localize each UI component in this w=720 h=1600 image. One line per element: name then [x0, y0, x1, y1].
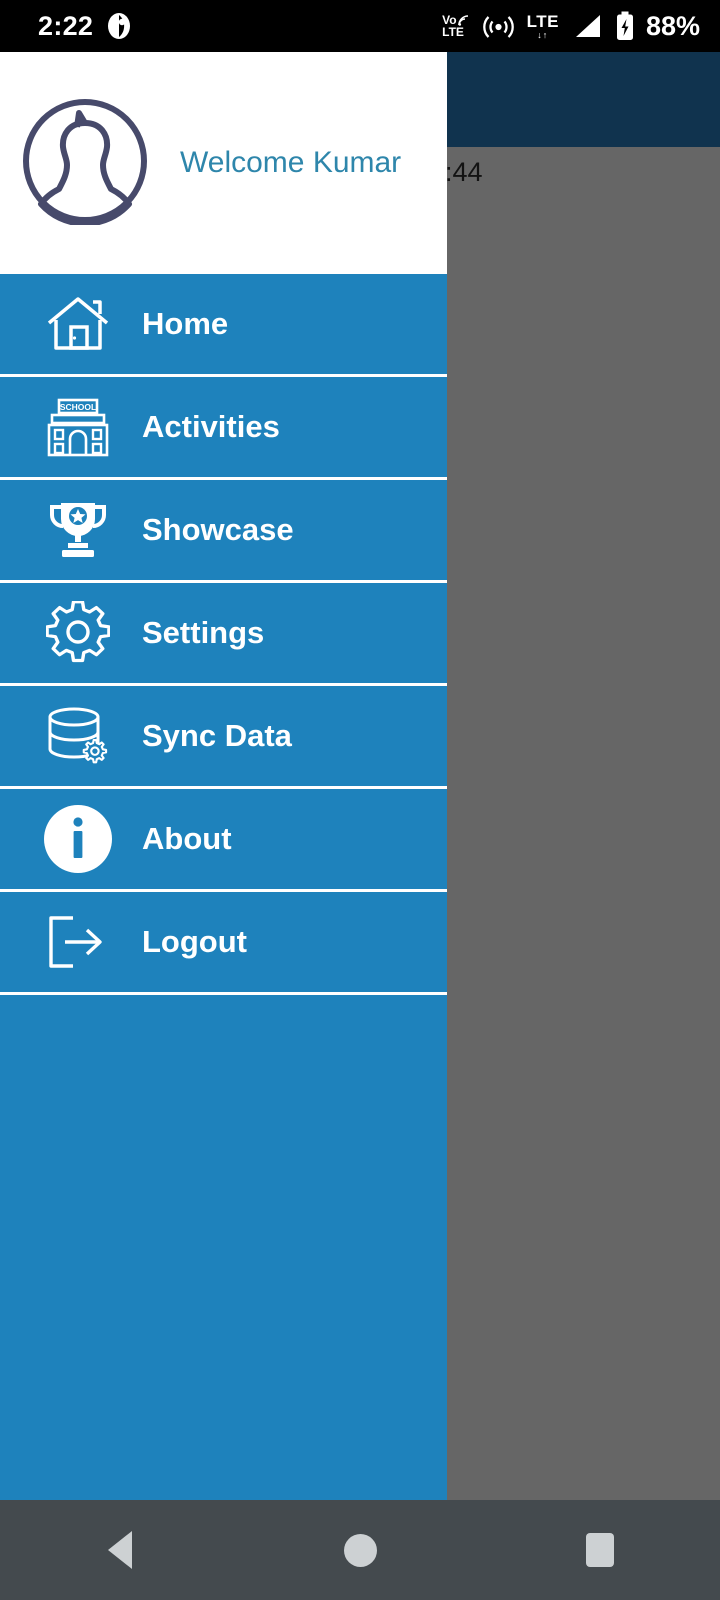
volte-bottom-label: LTE: [442, 25, 464, 39]
drawer-item-showcase[interactable]: Showcase: [0, 480, 447, 583]
drawer-item-label: About: [142, 821, 232, 856]
status-bar-right: Vo LTE LTE ↓↑ 88%: [442, 11, 700, 42]
hotspot-icon: [482, 11, 514, 42]
drawer-item-home[interactable]: Home: [0, 274, 447, 377]
status-bar-left: 2:22: [38, 11, 133, 42]
battery-percent-label: 88%: [645, 10, 700, 41]
recents-square-icon: [586, 1533, 614, 1567]
status-bar-clock: 2:22: [38, 10, 94, 41]
lte-network-icon: LTE ↓↑: [527, 13, 559, 40]
drawer-menu: Home SCHOOL Activities Showcase Settings…: [0, 274, 447, 1500]
welcome-label: Welcome Kumar: [180, 146, 402, 179]
database-sync-icon: [32, 705, 124, 767]
lte-data-arrows: ↓↑: [537, 29, 549, 40]
info-circle-icon: [32, 804, 124, 874]
status-bar: 2:22 Vo LTE LTE ↓↑ 88%: [0, 0, 720, 52]
school-building-icon: SCHOOL: [32, 396, 124, 458]
svg-text:SCHOOL: SCHOOL: [60, 402, 96, 412]
battery-charging-icon: [615, 11, 635, 41]
drawer-item-logout[interactable]: Logout: [0, 892, 447, 995]
phone-screen: ne 3:44 Welcome Kumar: [0, 0, 720, 1600]
user-avatar-icon: [21, 97, 149, 230]
drawer-item-label: Showcase: [142, 512, 294, 547]
back-triangle-icon: [108, 1531, 132, 1569]
home-circle-icon: [343, 1533, 377, 1567]
drawer-header: Welcome Kumar: [0, 52, 447, 274]
drawer-item-label: Sync Data: [142, 718, 292, 753]
home-icon: [32, 294, 124, 354]
android-nav-bar: [0, 1500, 720, 1600]
signal-bars-icon: [572, 13, 602, 39]
drawer-item-activities[interactable]: SCHOOL Activities: [0, 377, 447, 480]
drawer-item-label: Activities: [142, 409, 280, 444]
nav-recents-button[interactable]: [540, 1500, 660, 1600]
drawer-item-sync-data[interactable]: Sync Data: [0, 686, 447, 789]
app-notification-icon: [105, 12, 133, 40]
nav-back-button[interactable]: [60, 1500, 180, 1600]
navigation-drawer[interactable]: Welcome Kumar Home SCHOOL Activities Sho…: [0, 52, 447, 1500]
drawer-item-settings[interactable]: Settings: [0, 583, 447, 686]
lte-label: LTE: [526, 11, 559, 31]
trophy-icon: [32, 499, 124, 561]
drawer-item-label: Logout: [142, 924, 248, 959]
nav-home-button[interactable]: [300, 1500, 420, 1600]
volte-icon: Vo LTE: [442, 14, 469, 38]
drawer-item-label: Settings: [142, 615, 265, 650]
drawer-item-label: Home: [142, 306, 229, 341]
drawer-empty-space: [0, 995, 447, 1500]
gear-icon: [32, 601, 124, 665]
logout-icon: [32, 912, 124, 972]
drawer-item-about[interactable]: About: [0, 789, 447, 892]
